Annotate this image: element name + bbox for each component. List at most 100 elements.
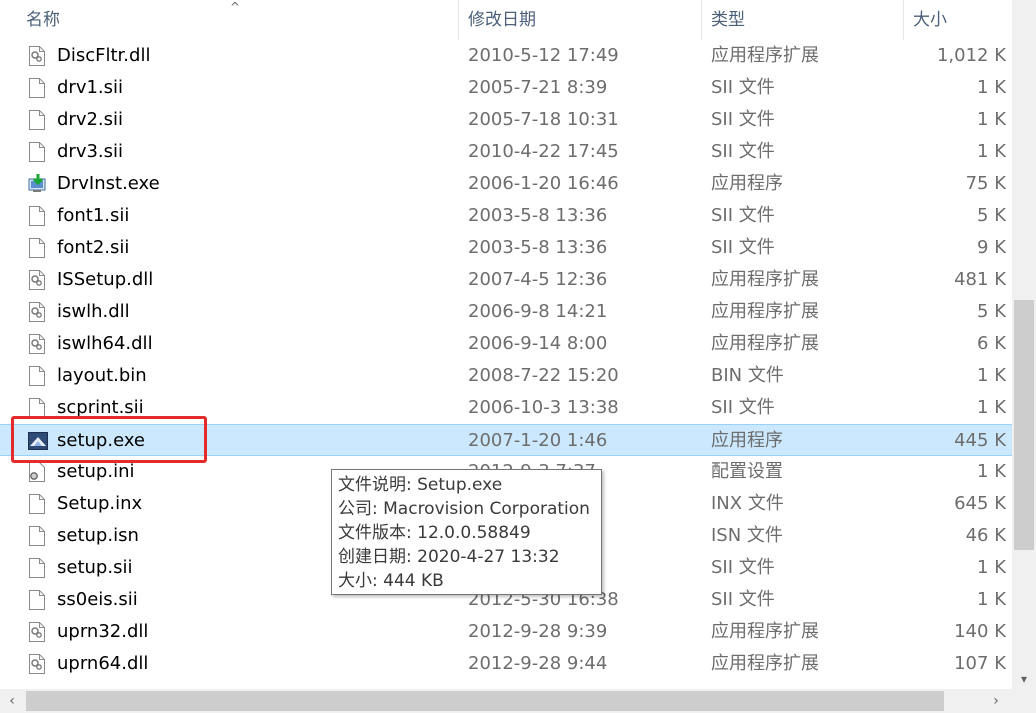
file-type: 应用程序扩展 <box>711 301 819 322</box>
blank-file-icon <box>28 110 46 130</box>
vertical-scrollbar[interactable]: ▾ <box>1012 0 1036 689</box>
file-type: SII 文件 <box>711 141 775 162</box>
file-name: ISSetup.dll <box>57 269 154 290</box>
scroll-left-icon[interactable]: ‹ <box>0 689 24 713</box>
file-size: 5 K <box>977 301 1006 322</box>
file-row[interactable]: font1.sii 2003-5-8 13:36 SII 文件 5 K <box>0 200 1012 232</box>
file-modified-date: 2007-4-5 12:36 <box>468 269 608 290</box>
file-name: uprn64.dll <box>57 653 149 674</box>
file-row[interactable]: font2.sii 2003-5-8 13:36 SII 文件 9 K <box>0 232 1012 264</box>
file-name: iswlh.dll <box>57 301 130 322</box>
file-size: 1 K <box>977 589 1006 610</box>
file-size: 481 K <box>954 269 1006 290</box>
file-row[interactable]: iswlh64.dll 2006-9-14 8:00 应用程序扩展 6 K <box>0 328 1012 360</box>
file-type: SII 文件 <box>711 237 775 258</box>
file-modified-date: 2005-7-18 10:31 <box>468 109 619 130</box>
horizontal-scroll-thumb[interactable] <box>26 691 944 711</box>
file-type: 配置设置 <box>711 461 783 482</box>
column-divider[interactable] <box>458 0 459 40</box>
file-modified-date: 2010-5-12 17:49 <box>468 45 619 66</box>
file-size: 1,012 K <box>936 45 1006 66</box>
file-size: 1 K <box>977 77 1006 98</box>
column-divider[interactable] <box>903 0 904 40</box>
file-size: 6 K <box>977 333 1006 354</box>
file-type: SII 文件 <box>711 77 775 98</box>
file-info-tooltip: 文件说明: Setup.exe 公司: Macrovision Corporat… <box>331 469 602 595</box>
scroll-down-icon[interactable]: ▾ <box>1012 669 1036 689</box>
file-name: layout.bin <box>57 365 147 386</box>
file-row[interactable]: drv2.sii 2005-7-18 10:31 SII 文件 1 K <box>0 104 1012 136</box>
file-size: 445 K <box>954 430 1006 451</box>
file-modified-date: 2006-9-14 8:00 <box>468 333 608 354</box>
sort-ascending-icon: ^ <box>230 0 241 14</box>
file-size: 1 K <box>977 461 1006 482</box>
file-row[interactable]: DrvInst.exe 2006-1-20 16:46 应用程序 75 K <box>0 168 1012 200</box>
blank-file-icon <box>28 398 46 418</box>
file-type: ISN 文件 <box>711 525 783 546</box>
blank-file-icon <box>28 526 46 546</box>
file-type: 应用程序扩展 <box>711 621 819 642</box>
file-row[interactable]: layout.bin 2008-7-22 15:20 BIN 文件 1 K <box>0 360 1012 392</box>
file-row[interactable]: ISSetup.dll 2007-4-5 12:36 应用程序扩展 481 K <box>0 264 1012 296</box>
file-row[interactable]: uprn32.dll 2012-9-28 9:39 应用程序扩展 140 K <box>0 616 1012 648</box>
file-size: 140 K <box>954 621 1006 642</box>
dll-gear-icon <box>28 334 46 354</box>
file-modified-date: 2006-1-20 16:46 <box>468 173 619 194</box>
file-name: drv2.sii <box>57 109 124 130</box>
file-modified-date: 2012-9-28 9:44 <box>468 653 608 674</box>
file-row[interactable]: uprn64.dll 2012-9-28 9:44 应用程序扩展 107 K <box>0 648 1012 680</box>
file-size: 1 K <box>977 141 1006 162</box>
file-size: 5 K <box>977 205 1006 226</box>
file-type: 应用程序扩展 <box>711 333 819 354</box>
file-row[interactable]: drv3.sii 2010-4-22 17:45 SII 文件 1 K <box>0 136 1012 168</box>
vertical-scroll-thumb[interactable] <box>1014 300 1034 550</box>
file-modified-date: 2008-7-22 15:20 <box>468 365 619 386</box>
installer-icon <box>28 174 46 194</box>
dll-gear-icon <box>28 270 46 290</box>
file-type: 应用程序扩展 <box>711 45 819 66</box>
file-modified-date: 2007-1-20 1:46 <box>468 430 608 451</box>
file-modified-date: 2005-7-21 8:39 <box>468 77 608 98</box>
tooltip-company: 公司: Macrovision Corporation <box>338 499 590 519</box>
blank-file-icon <box>28 494 46 514</box>
red-highlight-box <box>11 416 207 463</box>
file-size: 1 K <box>977 557 1006 578</box>
file-row[interactable]: iswlh.dll 2006-9-8 14:21 应用程序扩展 5 K <box>0 296 1012 328</box>
column-divider[interactable] <box>701 0 702 40</box>
dll-gear-icon <box>28 46 46 66</box>
column-header-size[interactable]: 大小 <box>905 0 1012 40</box>
file-type: 应用程序 <box>711 173 783 194</box>
file-name: drv1.sii <box>57 77 124 98</box>
scroll-right-icon[interactable]: › <box>984 689 1008 713</box>
file-type: SII 文件 <box>711 397 775 418</box>
horizontal-scrollbar[interactable]: ‹ › <box>0 689 1012 713</box>
dll-gear-icon <box>28 654 46 674</box>
file-row[interactable]: drv1.sii 2005-7-21 8:39 SII 文件 1 K <box>0 72 1012 104</box>
column-header: 名称 ^ 修改日期 类型 大小 <box>0 0 1012 40</box>
file-type: 应用程序扩展 <box>711 269 819 290</box>
file-type: BIN 文件 <box>711 365 784 386</box>
file-modified-date: 2003-5-8 13:36 <box>468 205 608 226</box>
blank-file-icon <box>28 558 46 578</box>
tooltip-description: 文件说明: Setup.exe <box>338 475 503 495</box>
file-type: 应用程序 <box>711 430 783 451</box>
file-size: 46 K <box>965 525 1006 546</box>
ini-gear-icon <box>28 462 46 482</box>
file-modified-date: 2006-9-8 14:21 <box>468 301 608 322</box>
column-header-date[interactable]: 修改日期 <box>460 0 700 40</box>
column-header-type[interactable]: 类型 <box>703 0 903 40</box>
file-type: 应用程序扩展 <box>711 653 819 674</box>
tooltip-created: 创建日期: 2020-4-27 13:32 <box>338 547 560 567</box>
file-type: SII 文件 <box>711 205 775 226</box>
file-name: font2.sii <box>57 237 130 258</box>
blank-file-icon <box>28 206 46 226</box>
blank-file-icon <box>28 590 46 610</box>
file-name: uprn32.dll <box>57 621 149 642</box>
file-modified-date: 2003-5-8 13:36 <box>468 237 608 258</box>
scrollbar-corner <box>1012 689 1036 713</box>
file-row[interactable]: DiscFltr.dll 2010-5-12 17:49 应用程序扩展 1,012 K <box>0 40 1012 72</box>
file-size: 1 K <box>977 365 1006 386</box>
file-modified-date: 2010-4-22 17:45 <box>468 141 619 162</box>
file-type: SII 文件 <box>711 109 775 130</box>
file-name: DiscFltr.dll <box>57 45 151 66</box>
